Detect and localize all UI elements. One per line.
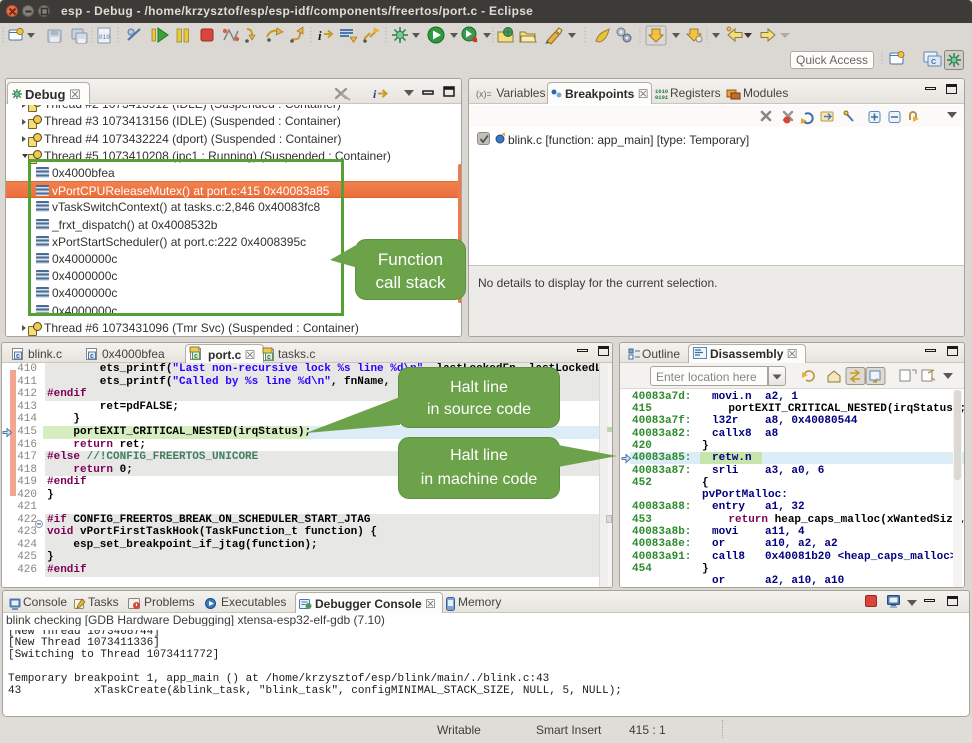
- svg-text:c: c: [267, 354, 271, 361]
- svg-text:c: c: [90, 353, 94, 360]
- svg-text:c: c: [194, 353, 198, 360]
- svg-text:0101: 0101: [655, 94, 669, 100]
- svg-text:c: c: [16, 353, 20, 360]
- svg-text:010: 010: [99, 34, 110, 41]
- svg-text:i: i: [373, 87, 377, 101]
- svg-text:C: C: [931, 59, 936, 66]
- svg-text:(x)=: (x)=: [476, 89, 492, 99]
- svg-text:i: i: [318, 28, 322, 43]
